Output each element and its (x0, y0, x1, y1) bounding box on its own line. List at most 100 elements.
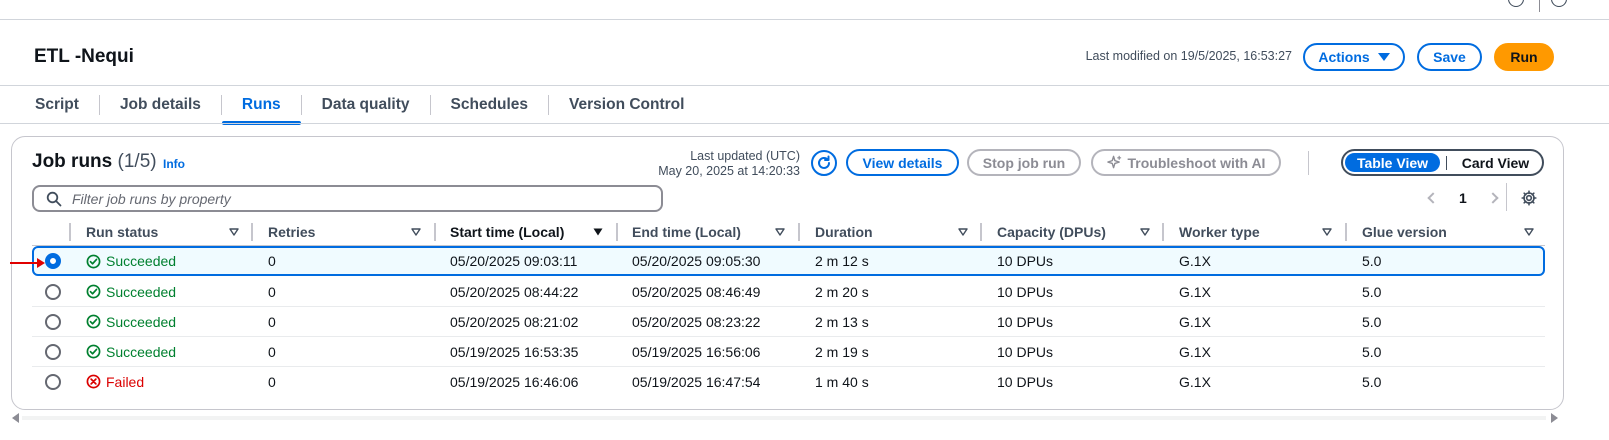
column-header-capacity[interactable]: Capacity (DPUs) (997, 218, 1106, 246)
tab-script[interactable]: Script (15, 86, 99, 124)
tab-runs[interactable]: Runs (221, 86, 301, 125)
sort-caret-icon[interactable] (229, 228, 239, 236)
column-divider (616, 223, 618, 241)
pager-divider (1506, 183, 1507, 211)
duration-cell: 2 m 13 s (815, 313, 869, 330)
info-icon[interactable] (1508, 0, 1524, 7)
end-time-cell: 05/19/2025 16:56:06 (632, 343, 761, 360)
row-radio[interactable] (45, 284, 61, 300)
duration-cell: 1 m 40 s (815, 373, 869, 390)
glue-version-cell: 5.0 (1362, 253, 1382, 269)
capacity-cell: 10 DPUs (997, 343, 1054, 360)
tab-job-details[interactable]: Job details (100, 86, 221, 124)
check-circle-icon (86, 314, 101, 329)
worker-type-cell: G.1X (1179, 343, 1211, 360)
column-divider (1162, 223, 1164, 241)
sort-caret-icon[interactable] (958, 228, 968, 236)
status-cell: Succeeded (86, 337, 176, 366)
tab-version-control[interactable]: Version Control (549, 86, 704, 124)
stop-job-run-button[interactable]: Stop job run (967, 149, 1081, 176)
worker-type-cell: G.1X (1179, 283, 1211, 300)
status-cell: Failed (86, 367, 144, 396)
last-updated-label: Last updated (UTC) (690, 149, 800, 163)
chevron-left-icon[interactable] (1427, 192, 1439, 204)
annotation-arrow (10, 258, 45, 268)
troubleshoot-with-ai-button[interactable]: Troubleshoot with AI (1091, 149, 1281, 176)
job-runs-panel: Job runs (1/5) Info Last updated (UTC) M… (11, 136, 1564, 410)
sort-caret-icon[interactable] (775, 228, 785, 236)
check-circle-icon (86, 284, 101, 299)
table-row[interactable]: Succeeded 0 05/20/2025 09:03:11 05/20/20… (32, 246, 1545, 276)
horizontal-scrollbar[interactable] (22, 416, 1546, 420)
tab-schedules[interactable]: Schedules (431, 86, 549, 124)
status-text: Succeeded (106, 343, 177, 360)
table-row[interactable]: Succeeded 0 05/19/2025 16:53:35 05/19/20… (32, 337, 1545, 367)
column-header-glue-version[interactable]: Glue version (1362, 218, 1447, 246)
save-button[interactable]: Save (1417, 43, 1482, 71)
retries-cell: 0 (268, 373, 276, 390)
refresh-button[interactable] (811, 150, 837, 176)
check-circle-icon (86, 344, 101, 359)
sort-caret-icon[interactable] (411, 228, 421, 236)
worker-type-cell: G.1X (1179, 373, 1211, 390)
scroll-right-icon[interactable] (1551, 413, 1558, 423)
capacity-cell: 10 DPUs (997, 313, 1054, 330)
actions-button[interactable]: Actions (1303, 43, 1405, 71)
run-button[interactable]: Run (1494, 43, 1554, 71)
actions-label: Actions (1318, 49, 1370, 65)
status-cell: Succeeded (86, 277, 176, 306)
column-header-worker-type[interactable]: Worker type (1179, 218, 1260, 246)
view-details-button[interactable]: View details (846, 149, 959, 176)
column-header-end-time[interactable]: End time (Local) (632, 218, 741, 246)
last-modified-text: Last modified on 19/5/2025, 16:53:27 (1085, 49, 1292, 63)
sort-caret-icon[interactable] (1322, 228, 1332, 236)
x-circle-icon (86, 374, 101, 389)
sort-caret-icon[interactable] (1140, 228, 1150, 236)
chevron-right-icon[interactable] (1487, 192, 1499, 204)
status-text: Succeeded (106, 283, 177, 300)
column-header-retries[interactable]: Retries (268, 218, 315, 246)
row-radio[interactable] (45, 374, 61, 390)
gear-icon[interactable] (1521, 190, 1537, 206)
retries-cell: 0 (268, 343, 276, 360)
tab-data-quality[interactable]: Data quality (302, 86, 430, 124)
filter-input[interactable] (72, 190, 632, 207)
table-row[interactable]: Succeeded 0 05/20/2025 08:44:22 05/20/20… (32, 277, 1545, 307)
job-runs-count: (1/5) (117, 151, 157, 172)
page-number[interactable]: 1 (1459, 190, 1467, 206)
table-row[interactable]: Succeeded 0 05/20/2025 08:21:02 05/20/20… (32, 307, 1545, 337)
column-divider (251, 223, 253, 241)
column-divider (980, 223, 982, 241)
end-time-cell: 05/20/2025 08:23:22 (632, 313, 761, 330)
settings-icon[interactable] (1551, 0, 1567, 7)
view-toggle: Table View Card View (1341, 149, 1544, 176)
filter-field[interactable] (32, 185, 663, 212)
column-divider (69, 223, 71, 241)
sort-caret-icon[interactable] (1524, 228, 1534, 236)
tab-bar: Script Job details Runs Data quality Sch… (15, 86, 704, 125)
last-updated: Last updated (UTC) May 20, 2025 at 14:20… (658, 149, 800, 179)
sort-caret-icon[interactable] (593, 228, 603, 236)
table-view-option[interactable]: Table View (1345, 153, 1440, 172)
capacity-cell: 10 DPUs (997, 283, 1054, 300)
capacity-cell: 10 DPUs (997, 253, 1054, 269)
info-link[interactable]: Info (163, 157, 185, 171)
search-icon (46, 191, 62, 206)
job-runs-title-text: Job runs (32, 151, 113, 172)
row-radio[interactable] (45, 344, 61, 360)
status-text: Succeeded (106, 253, 177, 269)
column-header-start-time[interactable]: Start time (Local) (450, 218, 564, 246)
view-toggle-divider (1445, 155, 1447, 170)
column-divider (434, 223, 436, 241)
table-row[interactable]: Failed 0 05/19/2025 16:46:06 05/19/2025 … (32, 367, 1545, 397)
scroll-left-icon[interactable] (12, 413, 19, 423)
row-radio[interactable] (45, 253, 61, 269)
column-header-run-status[interactable]: Run status (86, 218, 158, 246)
status-cell: Succeeded (86, 307, 176, 336)
retries-cell: 0 (268, 253, 276, 269)
row-radio[interactable] (45, 314, 61, 330)
card-view-option[interactable]: Card View (1451, 153, 1540, 172)
status-text: Succeeded (106, 313, 177, 330)
column-header-duration[interactable]: Duration (815, 218, 873, 246)
column-divider (1345, 223, 1347, 241)
